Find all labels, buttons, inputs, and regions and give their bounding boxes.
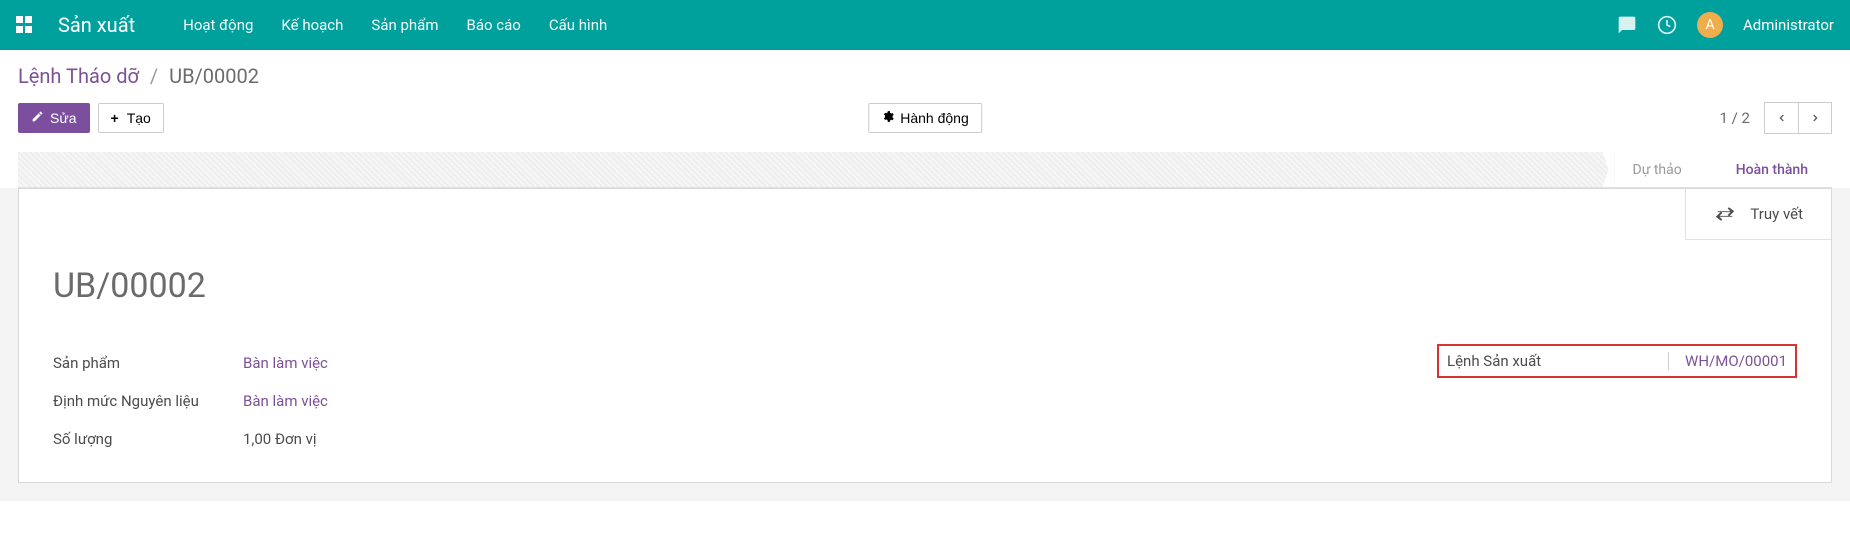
sheet-body: UB/00002 Sản phẩm Bàn làm việc Định mức … [19,240,1831,482]
row-product: Sản phẩm Bàn làm việc [53,344,1377,382]
nav-menu: Hoạt động Kế hoạch Sản phẩm Báo cáo Cấu … [183,16,607,34]
plus-icon [111,110,121,126]
activity-clock-icon[interactable] [1657,15,1677,35]
row-bom: Định mức Nguyên liệu Bàn làm việc [53,382,1377,420]
value-qty: 1,00 Đơn vị [243,430,317,448]
nav-item-planning[interactable]: Kế hoạch [281,16,343,34]
stat-buttons: Truy vết [19,189,1831,240]
pencil-icon [31,110,44,126]
top-navbar: Sản xuất Hoạt động Kế hoạch Sản phẩm Báo… [0,0,1850,50]
status-bar: Dự thảo Hoàn thành [18,152,1832,188]
action-button-label: Hành động [900,110,969,126]
navbar-left: Sản xuất Hoạt động Kế hoạch Sản phẩm Báo… [16,13,607,37]
pager-buttons [1764,102,1832,134]
pager-next-button[interactable] [1798,102,1832,134]
edit-button-label: Sửa [50,110,77,126]
breadcrumb-current: UB/00002 [169,64,259,88]
action-button[interactable]: Hành động [868,103,982,133]
nav-item-reports[interactable]: Báo cáo [467,16,521,34]
control-panel: Lệnh Tháo dỡ / UB/00002 Sửa Tạo Hành độn… [0,50,1850,188]
label-bom: Định mức Nguyên liệu [53,392,243,410]
field-divider [1668,352,1669,370]
status-steps: Dự thảo Hoàn thành [1615,152,1832,187]
breadcrumb-root[interactable]: Lệnh Tháo dỡ [18,64,139,88]
toolbar-center: Hành động [868,103,982,133]
sheet-wrap: Truy vết UB/00002 Sản phẩm Bàn làm việc … [0,188,1850,501]
navbar-right: A Administrator [1617,12,1834,38]
row-manufacturing-order: Lệnh Sản xuất WH/MO/00001 [1437,344,1797,378]
form-col-left: Sản phẩm Bàn làm việc Định mức Nguyên li… [53,344,1377,458]
toolbar: Sửa Tạo Hành động 1 / 2 [18,102,1832,134]
status-step-done[interactable]: Hoàn thành [1706,152,1832,187]
user-name[interactable]: Administrator [1743,16,1834,34]
gear-icon [881,110,894,126]
breadcrumb: Lệnh Tháo dỡ / UB/00002 [18,64,1832,88]
chevron-right-icon [1810,111,1820,125]
avatar[interactable]: A [1697,12,1723,38]
exchange-icon [1714,203,1736,225]
form-columns: Sản phẩm Bàn làm việc Định mức Nguyên li… [53,344,1797,458]
nav-item-config[interactable]: Cấu hình [549,16,607,34]
edit-button[interactable]: Sửa [18,103,90,133]
pager-prev-button[interactable] [1764,102,1798,134]
row-qty: Số lượng 1,00 Đơn vị [53,420,1377,458]
label-product: Sản phẩm [53,354,243,372]
value-bom[interactable]: Bàn làm việc [243,392,328,410]
form-col-right: Lệnh Sản xuất WH/MO/00001 [1437,344,1797,458]
apps-icon[interactable] [16,16,34,34]
record-title: UB/00002 [53,266,1797,306]
app-brand[interactable]: Sản xuất [58,13,135,37]
label-mo: Lệnh Sản xuất [1447,352,1668,370]
label-qty: Số lượng [53,430,243,448]
toolbar-right: 1 / 2 [1720,102,1833,134]
breadcrumb-sep: / [150,64,158,88]
create-button[interactable]: Tạo [98,103,164,133]
pager-text[interactable]: 1 / 2 [1720,109,1751,127]
nav-item-products[interactable]: Sản phẩm [371,16,438,34]
value-mo[interactable]: WH/MO/00001 [1685,352,1787,370]
create-button-label: Tạo [127,110,151,126]
value-product[interactable]: Bàn làm việc [243,354,328,372]
form-sheet: Truy vết UB/00002 Sản phẩm Bàn làm việc … [18,188,1832,483]
chevron-left-icon [1777,111,1787,125]
nav-item-activities[interactable]: Hoạt động [183,16,253,34]
stat-button-label: Truy vết [1750,205,1803,223]
status-step-draft[interactable]: Dự thảo [1615,152,1706,187]
stat-button-traceability[interactable]: Truy vết [1685,189,1831,240]
discuss-icon[interactable] [1617,15,1637,35]
